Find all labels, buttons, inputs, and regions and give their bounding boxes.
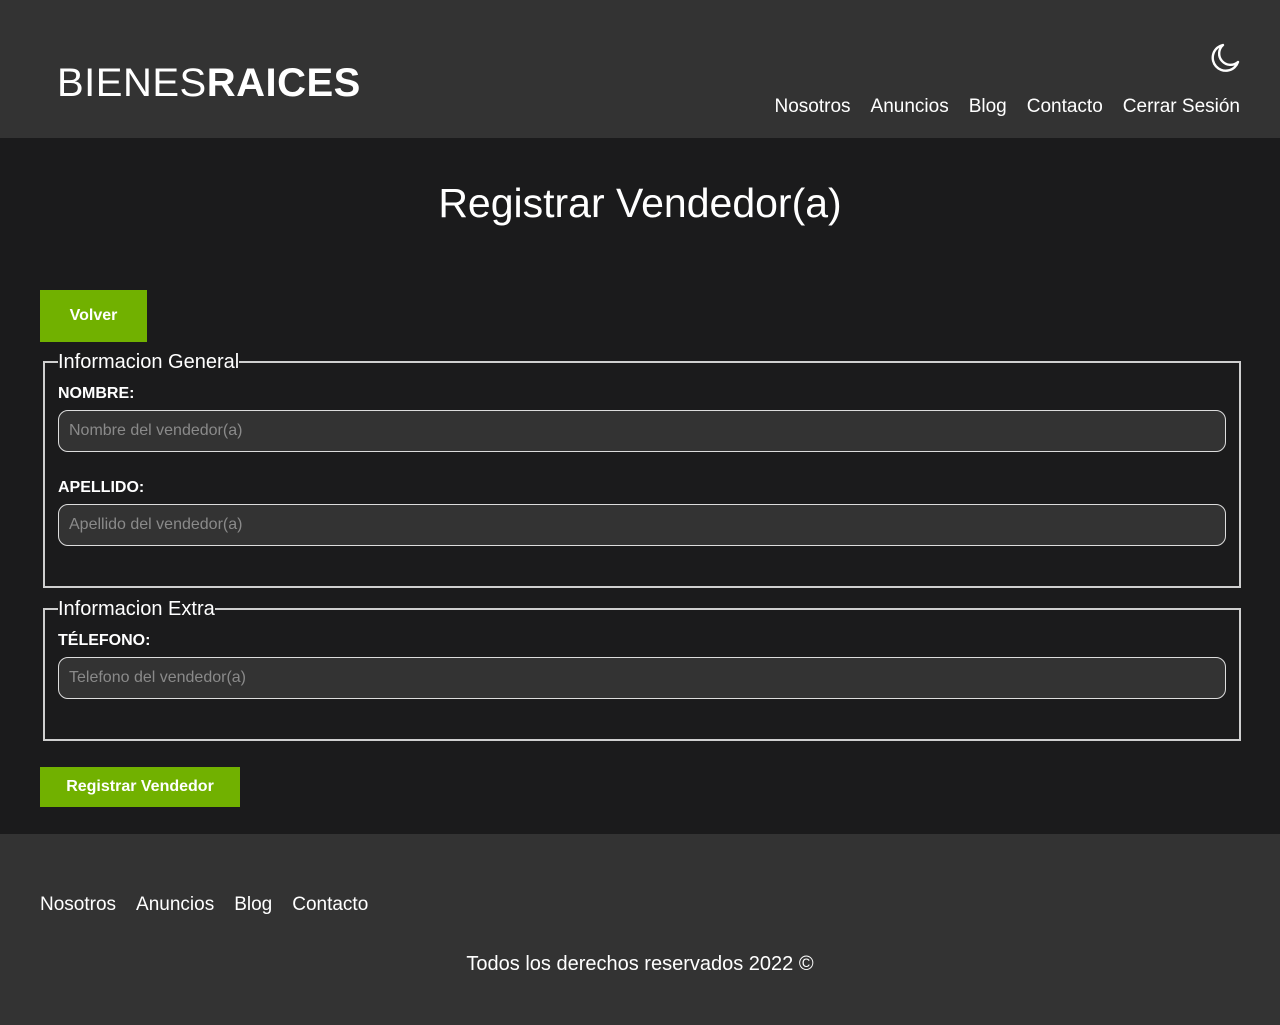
moon-icon[interactable] xyxy=(1208,41,1242,75)
apellido-label: APELLIDO: xyxy=(58,479,145,496)
register-seller-button[interactable]: Registrar Vendedor xyxy=(40,767,240,807)
telefono-input[interactable] xyxy=(58,657,1226,699)
nav-link-blog[interactable]: Blog xyxy=(969,94,1007,120)
main-content: Registrar Vendedor(a) Volver Informacion… xyxy=(0,138,1280,834)
nombre-label: NOMBRE: xyxy=(58,385,135,402)
general-info-legend: Informacion General xyxy=(58,351,240,373)
copyright-text: Todos los derechos reservados 2022 © xyxy=(466,953,814,975)
apellido-input[interactable] xyxy=(58,504,1226,546)
nombre-input[interactable] xyxy=(58,410,1226,452)
extra-info-legend: Informacion Extra xyxy=(58,598,215,620)
page-title: Registrar Vendedor(a) xyxy=(438,180,842,226)
back-button[interactable]: Volver xyxy=(40,290,147,342)
extra-info-fieldset: Informacion Extra TÉLEFONO: xyxy=(43,597,1241,741)
footer-link-anuncios[interactable]: Anuncios xyxy=(136,892,214,918)
general-info-fieldset: Informacion General NOMBRE: APELLIDO: xyxy=(43,350,1241,588)
site-footer: Nosotros Anuncios Blog Contacto Todos lo… xyxy=(0,834,1280,1025)
footer-link-blog[interactable]: Blog xyxy=(234,892,272,918)
telefono-label: TÉLEFONO: xyxy=(58,632,151,649)
footer-link-nosotros[interactable]: Nosotros xyxy=(40,892,116,918)
site-header: BIENESRAICES Nosotros Anuncios Blog Cont… xyxy=(0,0,1280,138)
nav-link-contacto[interactable]: Contacto xyxy=(1027,94,1103,120)
footer-nav: Nosotros Anuncios Blog Contacto xyxy=(40,892,368,918)
nav-link-nosotros[interactable]: Nosotros xyxy=(775,94,851,120)
main-nav: Nosotros Anuncios Blog Contacto Cerrar S… xyxy=(775,94,1241,120)
logo-light-text: BIENES xyxy=(57,61,207,105)
nav-link-cerrar-sesion[interactable]: Cerrar Sesión xyxy=(1123,94,1240,120)
logo[interactable]: BIENESRAICES xyxy=(57,60,361,106)
logo-bold-text: RAICES xyxy=(206,61,361,105)
footer-link-contacto[interactable]: Contacto xyxy=(292,892,368,918)
nav-link-anuncios[interactable]: Anuncios xyxy=(871,94,949,120)
